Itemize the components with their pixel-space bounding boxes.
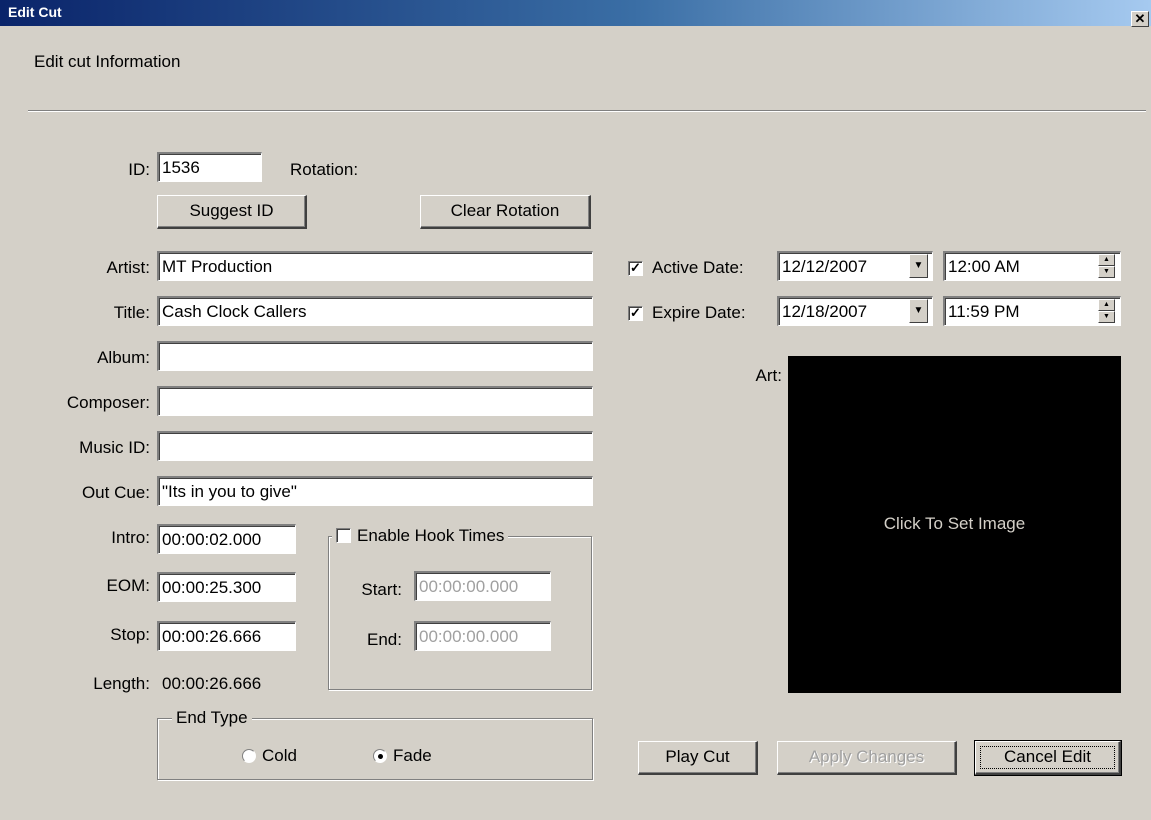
out-cue-label: Out Cue:: [81, 483, 150, 502]
enable-hook-times-label: Enable Hook Times: [357, 526, 505, 545]
window-title: Edit Cut: [8, 4, 62, 20]
header-separator: [28, 110, 1146, 112]
hook-times-group: [328, 536, 592, 690]
composer-label: Composer:: [66, 393, 150, 412]
spin-up-icon[interactable]: ▲: [1098, 254, 1115, 266]
end-type-cold-label: Cold: [262, 746, 297, 765]
hook-start-field[interactable]: 00:00:00.000: [414, 571, 551, 601]
music-id-label: Music ID:: [79, 438, 150, 457]
play-cut-button[interactable]: Play Cut: [638, 741, 758, 775]
music-id-field[interactable]: [157, 431, 593, 461]
stop-label: Stop:: [110, 625, 150, 644]
expire-date-value: 12/18/2007: [782, 302, 868, 321]
enable-hook-times-header: Enable Hook Times: [332, 526, 509, 546]
end-type-title: End Type: [172, 708, 252, 728]
eom-label: EOM:: [106, 576, 150, 595]
active-date-value: 12/12/2007: [782, 257, 868, 276]
art-placeholder-text: Click To Set Image: [883, 514, 1026, 533]
art-label: Art:: [755, 366, 782, 385]
end-type-cold-radio[interactable]: [242, 749, 256, 763]
art-image-area[interactable]: Click To Set Image: [788, 356, 1121, 693]
length-value: 00:00:26.666: [162, 674, 262, 693]
expire-time-field[interactable]: 11:59 PM: [943, 296, 1121, 326]
spin-up-icon[interactable]: ▲: [1098, 299, 1115, 311]
spin-down-icon[interactable]: ▼: [1098, 266, 1115, 278]
title-field[interactable]: Cash Clock Callers: [157, 296, 593, 326]
expire-date-checkbox[interactable]: ✓: [628, 306, 643, 321]
suggest-id-button[interactable]: Suggest ID: [157, 195, 307, 229]
focus-rect: [980, 746, 1115, 769]
rotation-label: Rotation:: [290, 160, 359, 179]
chevron-down-icon[interactable]: ▼: [909, 254, 928, 278]
active-date-label: Active Date:: [652, 258, 744, 277]
stop-field[interactable]: 00:00:26.666: [157, 621, 296, 651]
cancel-edit-button[interactable]: Cancel Edit: [974, 740, 1122, 776]
eom-field[interactable]: 00:00:25.300: [157, 572, 296, 602]
artist-field[interactable]: MT Production: [157, 251, 593, 281]
hook-end-label: End:: [367, 630, 402, 649]
artist-label: Artist:: [106, 258, 150, 277]
enable-hook-times-checkbox[interactable]: [336, 528, 351, 543]
chevron-down-icon[interactable]: ▼: [909, 299, 928, 323]
length-label: Length:: [93, 674, 150, 693]
apply-changes-button[interactable]: Apply Changes: [777, 741, 957, 775]
album-label: Album:: [97, 348, 150, 367]
clear-rotation-button[interactable]: Clear Rotation: [420, 195, 591, 229]
end-type-fade-radio[interactable]: [373, 749, 387, 763]
expire-date-label: Expire Date:: [652, 303, 746, 322]
spin-down-icon[interactable]: ▼: [1098, 311, 1115, 323]
active-time-field[interactable]: 12:00 AM: [943, 251, 1121, 281]
id-label: ID:: [128, 160, 150, 179]
hook-end-field[interactable]: 00:00:00.000: [414, 621, 551, 651]
window-titlebar: Edit Cut: [0, 0, 1151, 26]
active-date-checkbox[interactable]: ✓: [628, 261, 643, 276]
title-label: Title:: [113, 303, 150, 322]
composer-field[interactable]: [157, 386, 593, 416]
radio-selected-dot: [378, 754, 383, 759]
intro-field[interactable]: 00:00:02.000: [157, 524, 296, 554]
album-field[interactable]: [157, 341, 593, 371]
dialog-subtitle: Edit cut Information: [34, 52, 181, 71]
hook-start-label: Start:: [361, 580, 402, 599]
close-icon[interactable]: ✕: [1131, 11, 1149, 27]
intro-label: Intro:: [111, 528, 150, 547]
end-type-fade-label: Fade: [393, 746, 432, 765]
id-field[interactable]: 1536: [157, 152, 262, 182]
out-cue-field[interactable]: "Its in you to give": [157, 476, 593, 506]
